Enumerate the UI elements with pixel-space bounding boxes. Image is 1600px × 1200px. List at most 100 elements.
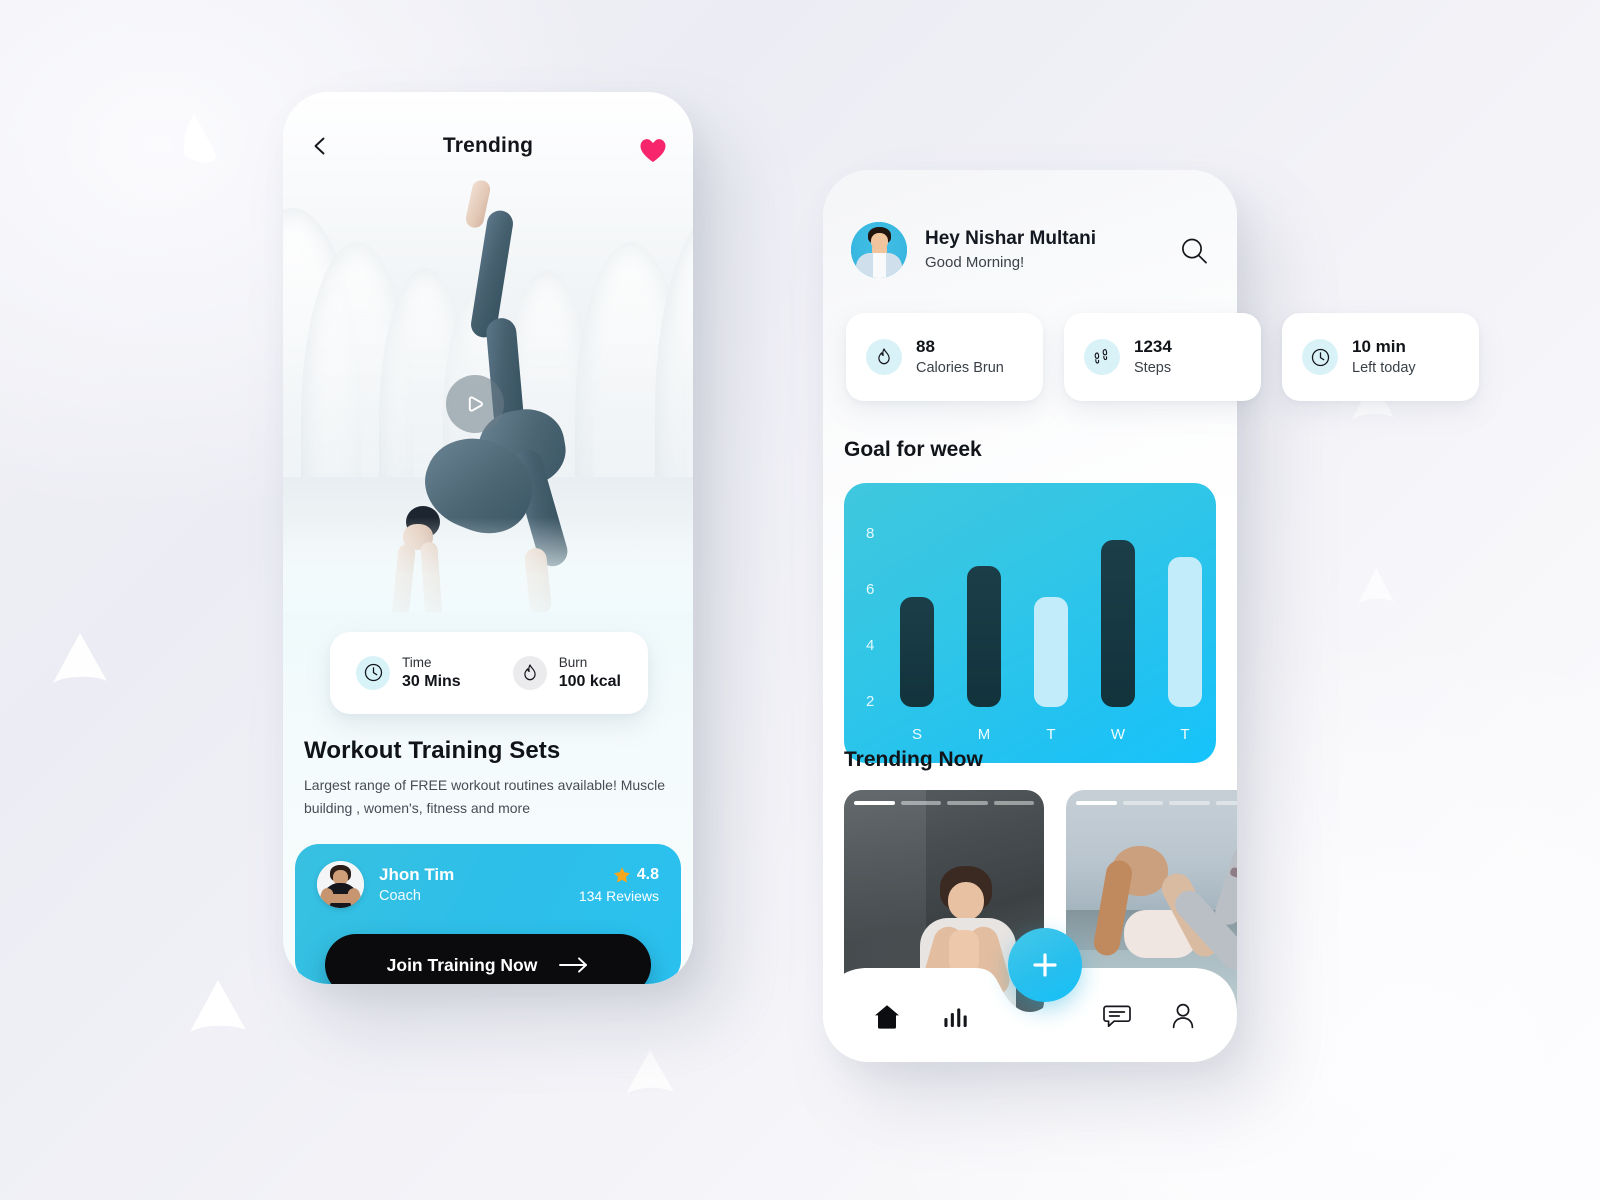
chart-bar [1101, 540, 1135, 707]
chart-bar [1034, 597, 1068, 707]
coach-name: Jhon Tim [379, 865, 455, 885]
chart-bar [967, 566, 1001, 707]
chart-x-label: T [1180, 726, 1190, 743]
progress-segment [1076, 801, 1117, 805]
chart-bar-group: S [900, 509, 934, 743]
goal-heading: Goal for week [844, 438, 982, 461]
chart-x-label: W [1110, 726, 1126, 743]
coach-row: Jhon Tim Coach 4.8 134 Reviews [317, 861, 659, 908]
clock-icon [364, 664, 382, 682]
progress-segment [993, 801, 1034, 805]
flame-icon [878, 348, 890, 365]
steps-label: Steps [1134, 360, 1172, 377]
flame-icon [524, 664, 536, 681]
chart-bar-group: T [1034, 509, 1068, 743]
stat-burn: Burn 100 kcal [512, 654, 621, 691]
progress-segment [854, 801, 895, 805]
mini-card-time-left[interactable]: 10 min Left today [1282, 313, 1479, 401]
decorative-triangle-icon [626, 1050, 674, 1094]
steps-value: 1234 [1134, 336, 1172, 356]
decorative-triangle-icon [1358, 568, 1394, 604]
progress-segment [900, 801, 941, 805]
clock-icon-badge [356, 655, 390, 690]
nav-chat[interactable] [1095, 994, 1139, 1038]
add-button[interactable] [1008, 928, 1082, 1002]
nav-home[interactable] [865, 994, 909, 1038]
star-filled-icon [613, 866, 630, 882]
progress-segment [1215, 801, 1237, 805]
wallpaper-stage: Trending Time 30 Mins Burn 100 kcal Work… [0, 0, 1600, 1200]
flame-icon-badge [512, 655, 547, 690]
workout-description: Largest range of FREE workout routines a… [304, 777, 666, 816]
join-training-button[interactable]: Join Training Now [325, 934, 651, 984]
weekly-goal-chart: 8 6 4 2 S M T W T [844, 483, 1216, 763]
heart-filled-icon[interactable] [639, 137, 667, 163]
home-header: Hey Nishar Multani Good Morning! [851, 222, 1096, 278]
chat-icon [1103, 1005, 1131, 1028]
stat-burn-label: Burn [558, 654, 588, 670]
y-tick-8: 8 [866, 525, 875, 542]
coach-role: Coach [379, 887, 421, 904]
greeting-subtitle: Good Morning! [925, 254, 1025, 272]
chart-bars: SMTWT [900, 509, 1202, 743]
chart-x-label: T [1046, 726, 1056, 743]
chart-x-label: S [911, 726, 922, 743]
join-training-label: Join Training Now [386, 954, 538, 975]
play-button[interactable] [446, 375, 504, 433]
stat-time-label: Time [402, 654, 432, 670]
chart-bar [1168, 557, 1202, 707]
coach-rating-value: 4.8 [636, 865, 659, 883]
bar-chart-icon [944, 1008, 967, 1027]
nav-stats[interactable] [933, 994, 977, 1038]
left-topbar: Trending [283, 92, 693, 184]
stat-burn-value: 100 kcal [558, 673, 621, 691]
stat-time-value: 30 Mins [402, 673, 461, 691]
y-tick-6: 6 [866, 581, 875, 598]
mini-card-steps[interactable]: 1234 Steps [1064, 313, 1261, 401]
progress-segment [1122, 801, 1163, 805]
coach-rating: 4.8 [579, 866, 659, 884]
clock-icon-badge [1302, 339, 1338, 375]
trending-heading: Trending Now [844, 748, 983, 771]
flame-icon-badge [866, 339, 902, 375]
decorative-triangle-icon [184, 114, 216, 163]
chart-bar-group: W [1101, 509, 1135, 743]
progress-segment [1169, 801, 1210, 805]
decorative-triangle-icon [190, 980, 246, 1032]
arrow-right-icon [559, 957, 588, 973]
trending-progress-1 [854, 801, 1034, 805]
stat-time: Time 30 Mins [356, 655, 461, 691]
coach-avatar[interactable] [317, 861, 364, 908]
coach-card: Jhon Tim Coach 4.8 134 Reviews Join Trai… [295, 844, 681, 984]
chart-bar [900, 597, 934, 707]
search-icon[interactable] [1179, 236, 1209, 266]
greeting-name: Hey Nishar Multani [925, 227, 1097, 249]
nav-profile[interactable] [1161, 994, 1205, 1038]
mini-card-calories[interactable]: 88 Calories Brun [846, 313, 1043, 401]
trending-progress-2 [1076, 801, 1237, 805]
chart-bar-group: T [1168, 509, 1202, 743]
home-icon [875, 1005, 899, 1029]
footsteps-icon-badge [1084, 339, 1120, 375]
footsteps-icon [1094, 348, 1108, 364]
plus-icon [1033, 953, 1057, 977]
user-avatar[interactable] [851, 222, 907, 278]
phone-screen-home: Hey Nishar Multani Good Morning! Goal fo… [823, 170, 1237, 1062]
time-left-value: 10 min [1352, 336, 1406, 356]
workout-stats-card: Time 30 Mins Burn 100 kcal [330, 632, 648, 714]
page-title: Trending [442, 134, 534, 157]
decorative-triangle-icon [53, 633, 107, 683]
calories-value: 88 [916, 336, 935, 356]
nav-icon-row [823, 994, 1237, 1038]
progress-segment [947, 801, 988, 805]
chart-bar-group: M [967, 509, 1001, 743]
phone-screen-trending: Trending Time 30 Mins Burn 100 kcal Work… [283, 92, 693, 984]
time-left-label: Left today [1352, 360, 1416, 377]
y-tick-4: 4 [866, 637, 875, 654]
clock-icon [1311, 348, 1329, 366]
calories-label: Calories Brun [916, 360, 1004, 377]
workout-heading: Workout Training Sets [304, 737, 561, 764]
person-icon [1172, 1003, 1194, 1029]
play-icon [468, 396, 483, 412]
chart-x-label: M [977, 726, 991, 743]
